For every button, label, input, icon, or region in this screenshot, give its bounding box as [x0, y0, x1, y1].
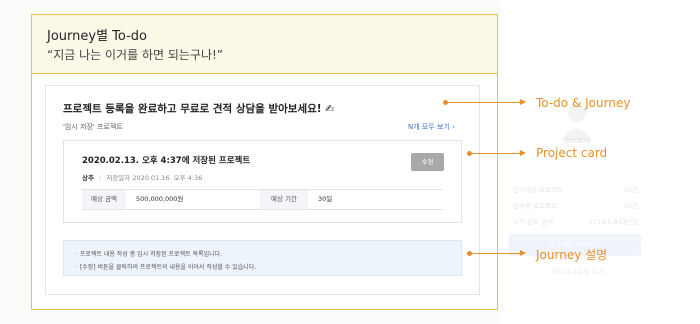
info-line: · [수정] 버튼을 클릭하여 프로젝트의 내용을 이어서 작성할 수 있습니다… [76, 264, 257, 271]
partner-profile-link[interactable]: 파트너 프로필 보기 [505, 266, 650, 276]
callout-line [471, 153, 522, 154]
callout-line [447, 102, 522, 103]
edit-button[interactable]: 수정 [411, 153, 444, 171]
budget-label: 예상 금액 [82, 190, 126, 209]
todo-panel: 프로젝트 등록을 완료하고 무료로 견적 상담을 받아보세요! ✍ '임시 저장… [45, 85, 480, 295]
project-card[interactable]: 2020.02.13. 오후 4:37에 저장된 프로젝트 상주 | 저장일자 … [63, 140, 462, 223]
callout-line [471, 253, 522, 254]
period-value: 30일 [318, 195, 333, 203]
saved-date: 2020.01.16. 오후 4:36 [132, 174, 203, 182]
callout-project-card: Project card [536, 146, 608, 160]
todo-subtitle: '임시 저장' 프로젝트 [63, 123, 123, 131]
project-meta: 상주 | 저장일자 2020.01.16. 오후 4:36 [82, 172, 202, 182]
arrow-right-icon [520, 250, 526, 256]
journey-info-box: · 프로젝트 내용 작성 중 임시 저장된 프로젝트 목록입니다. · [수정]… [63, 240, 462, 276]
meta-divider: | [99, 174, 102, 182]
view-all-link[interactable]: N개 모두 보기 › [408, 122, 455, 132]
project-category: 상주 [82, 174, 94, 182]
period-label: 예상 기간 [260, 190, 308, 209]
budget-value: 500,000,000원 [136, 195, 184, 203]
project-title: 2020.02.13. 오후 4:37에 저장된 프로젝트 [82, 156, 251, 166]
frame-title: Journey별 To-do [47, 29, 147, 44]
arrow-right-icon [520, 150, 526, 156]
profile-name: Sookie [564, 136, 591, 145]
saved-date-label: 저장일자 [106, 174, 131, 182]
frame-subtitle: “지금 나는 이거를 하면 되는구나!” [47, 48, 224, 62]
frame-header: Journey별 To-do “지금 나는 이거를 하면 되는구나!” [32, 15, 497, 74]
arrow-right-icon [520, 99, 526, 105]
project-info-table: 예상 금액 500,000,000원 예상 기간 30일 [82, 189, 443, 210]
todo-title: 프로젝트 등록을 완료하고 무료로 견적 상담을 받아보세요! ✍ [63, 103, 335, 115]
info-line: · 프로젝트 내용 작성 중 임시 저장된 프로젝트 목록입니다. [76, 251, 223, 258]
callout-todo-journey: To-do & Journey [536, 96, 631, 110]
callout-journey-desc: Journey 설명 [536, 248, 608, 262]
